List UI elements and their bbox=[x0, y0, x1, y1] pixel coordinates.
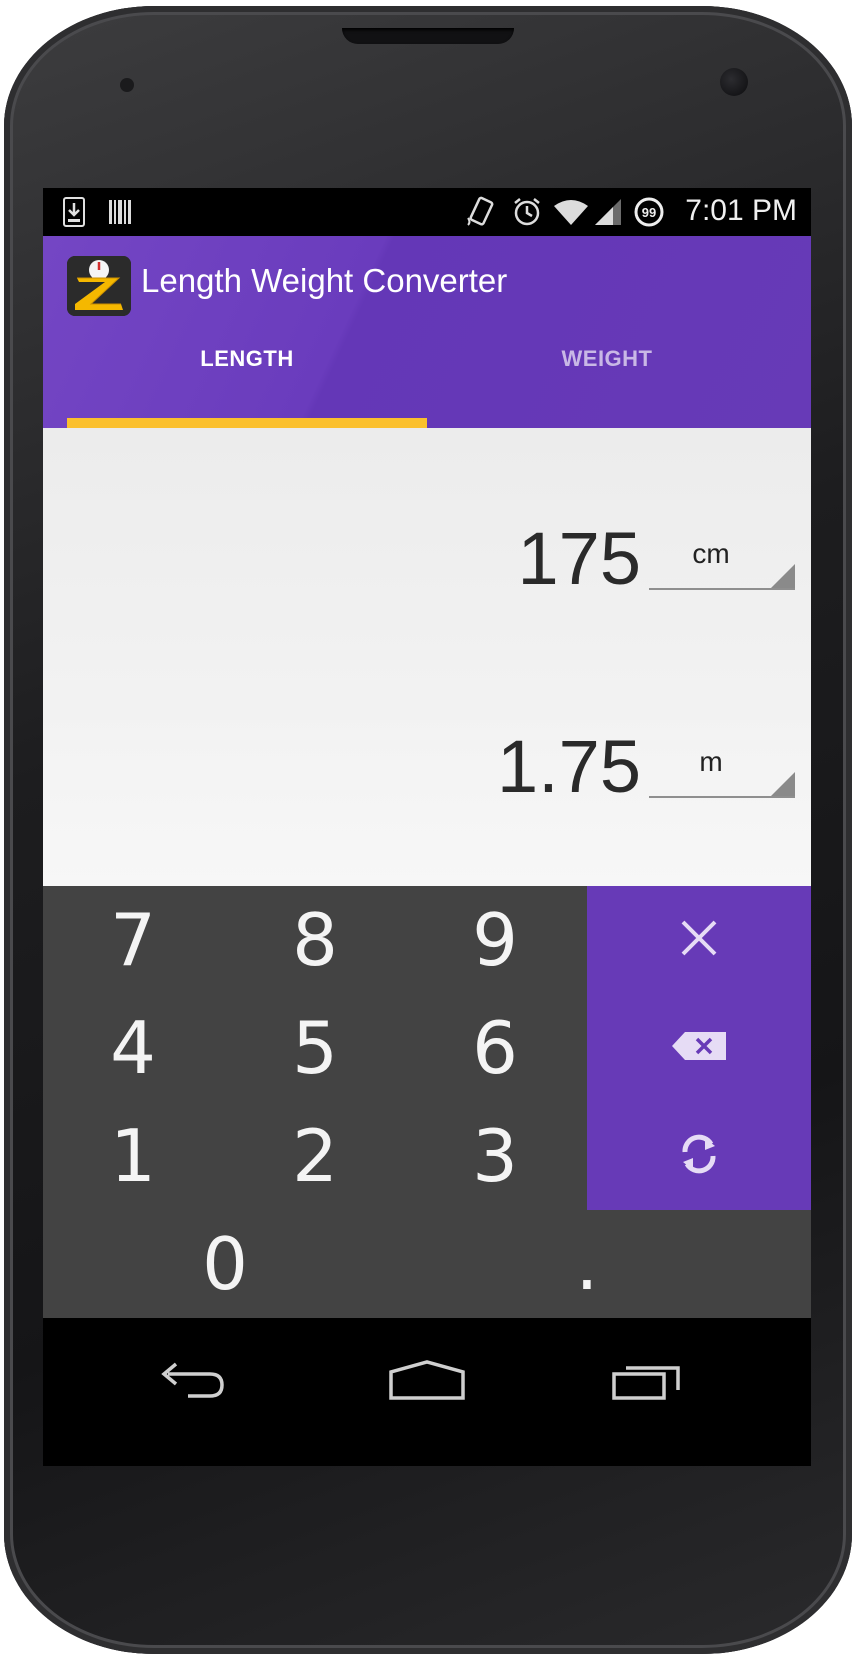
tab-indicator bbox=[67, 418, 427, 428]
back-button[interactable] bbox=[133, 1352, 253, 1412]
key-7[interactable]: 7 bbox=[43, 886, 223, 994]
input-value[interactable]: 175 bbox=[518, 516, 641, 601]
swap-button[interactable] bbox=[587, 1102, 811, 1210]
speaker-grille bbox=[342, 28, 514, 44]
home-icon bbox=[389, 1360, 465, 1404]
swap-icon bbox=[675, 1130, 723, 1182]
front-camera bbox=[720, 68, 748, 96]
vibrate-icon bbox=[465, 196, 497, 226]
backspace-button[interactable] bbox=[587, 994, 811, 1102]
app-logo-icon bbox=[67, 256, 131, 316]
key-6[interactable]: 6 bbox=[405, 994, 585, 1102]
backspace-icon bbox=[671, 1031, 727, 1065]
tab-weight-label: WEIGHT bbox=[561, 346, 653, 371]
key-2[interactable]: 2 bbox=[225, 1102, 405, 1210]
dropdown-arrow-icon bbox=[771, 772, 795, 796]
conversion-panel: 175 cm 1.75 m bbox=[43, 428, 811, 886]
operations-panel bbox=[587, 886, 811, 1210]
alarm-icon bbox=[511, 198, 543, 226]
clear-icon bbox=[679, 918, 719, 962]
tab-length[interactable]: LENGTH bbox=[67, 346, 427, 424]
input-unit-label: cm bbox=[692, 538, 730, 569]
wifi-icon bbox=[553, 198, 589, 226]
recents-button[interactable] bbox=[587, 1352, 707, 1412]
app-title: Length Weight Converter bbox=[141, 262, 508, 299]
key-4[interactable]: 4 bbox=[43, 994, 223, 1102]
tab-weight[interactable]: WEIGHT bbox=[427, 346, 787, 424]
output-unit-label: m bbox=[699, 746, 723, 777]
key-3[interactable]: 3 bbox=[405, 1102, 585, 1210]
key-decimal[interactable]: . bbox=[497, 1210, 677, 1318]
output-unit-select[interactable]: m bbox=[649, 736, 795, 798]
back-icon bbox=[158, 1360, 228, 1404]
dropdown-arrow-icon bbox=[771, 564, 795, 588]
recents-icon bbox=[612, 1360, 682, 1404]
keypad: 7 8 9 4 5 6 1 2 3 0 . bbox=[43, 886, 811, 1318]
clock: 7:01 PM bbox=[685, 194, 797, 227]
key-8[interactable]: 8 bbox=[225, 886, 405, 994]
home-button[interactable] bbox=[367, 1352, 487, 1412]
barcode-icon bbox=[107, 198, 133, 226]
status-bar: 99 7:01 PM bbox=[43, 188, 811, 236]
key-9[interactable]: 9 bbox=[405, 886, 585, 994]
screen: 99 7:01 PM Length Weight Converter LENGT… bbox=[43, 188, 811, 1466]
key-5[interactable]: 5 bbox=[225, 994, 405, 1102]
battery-icon: 99 bbox=[633, 197, 665, 227]
key-1[interactable]: 1 bbox=[43, 1102, 223, 1210]
app-bar: Length Weight Converter LENGTH WEIGHT bbox=[43, 236, 811, 428]
nav-bar bbox=[43, 1318, 811, 1466]
output-value: 1.75 bbox=[496, 725, 641, 808]
download-icon bbox=[61, 197, 87, 227]
svg-text:99: 99 bbox=[642, 205, 656, 220]
clear-button[interactable] bbox=[587, 886, 811, 994]
key-0[interactable]: 0 bbox=[135, 1210, 315, 1318]
tab-length-label: LENGTH bbox=[200, 346, 294, 371]
input-unit-select[interactable]: cm bbox=[649, 528, 795, 590]
signal-icon bbox=[593, 198, 623, 226]
proximity-sensor bbox=[120, 78, 134, 92]
